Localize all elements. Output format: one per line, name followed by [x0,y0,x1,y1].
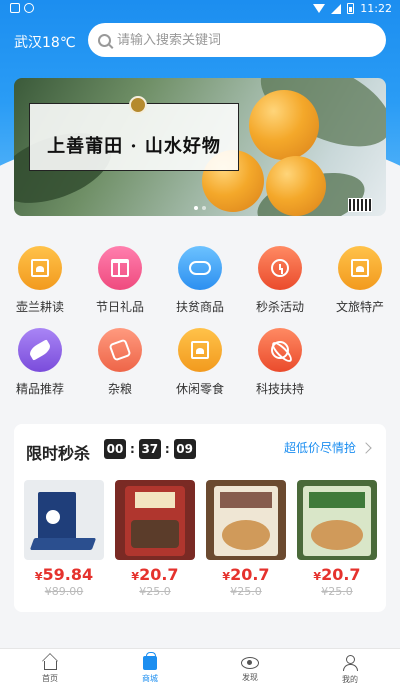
product-card[interactable]: ¥59.84 ¥89.00 [24,480,104,598]
signal-icon [331,3,342,14]
category-item-festival-gifts[interactable]: 节日礼品 [80,246,160,315]
product-price: ¥20.7 [222,565,270,584]
wifi-icon [313,4,326,13]
timer-minutes: 37 [138,439,161,459]
product-image [115,480,195,560]
product-card[interactable]: ¥20.7 ¥25.0 [115,480,195,598]
tab-discover[interactable]: 发现 [200,649,300,690]
book-icon [18,246,62,290]
category-item-recommended[interactable]: 精品推荐 [0,328,80,397]
user-icon [342,654,358,671]
category-item-flash-sale[interactable]: 秒杀活动 [240,246,320,315]
category-item-culture-specialties[interactable]: 文旅特产 [320,246,400,315]
shopping-bag-icon [143,651,157,670]
category-item-snacks[interactable]: 休闲零食 [160,328,240,397]
product-image [206,480,286,560]
leaf-icon [18,328,62,372]
product-original-price: ¥25.0 [230,585,262,598]
eye-icon [241,656,259,669]
seal-logo [129,96,147,114]
search-bar[interactable] [88,23,386,57]
grain-bag-icon [98,328,142,372]
product-card[interactable]: ¥20.7 ¥25.0 [297,480,377,598]
city-weather[interactable]: 武汉18℃ [14,32,76,52]
tab-profile[interactable]: 我的 [300,649,400,690]
search-input[interactable] [117,32,367,48]
banner-text-frame: 上善莆田 · 山水好物 [29,96,239,171]
flash-sale-more-link[interactable]: 超低价尽情抢 [284,439,372,456]
product-price: ¥59.84 [34,565,94,584]
timer-hours: 00 [104,439,126,459]
tab-mall[interactable]: 商城 [100,649,200,690]
notification-icon [10,3,20,13]
flash-sale-card: 限时秒杀 00 : 37 : 09 超低价尽情抢 ¥59.84 ¥89.00 ¥… [14,424,386,612]
tab-home[interactable]: 首页 [0,649,100,690]
product-image [297,480,377,560]
notification-icon [24,3,34,13]
product-original-price: ¥25.0 [321,585,353,598]
banner-slogan: 上善莆田 · 山水好物 [47,136,221,157]
fruit-image [249,90,319,160]
carousel-dot [194,206,198,210]
product-card[interactable]: ¥20.7 ¥25.0 [206,480,286,598]
fruit-image [266,156,326,216]
product-original-price: ¥25.0 [139,585,171,598]
product-price: ¥20.7 [131,565,179,584]
battery-icon [347,3,355,14]
timer-seconds: 09 [173,439,196,459]
home-icon [43,661,57,670]
chevron-right-icon [360,441,372,454]
bottom-tab-bar: 首页 商城 发现 我的 [0,648,400,690]
search-icon [98,33,111,47]
box-icon [338,246,382,290]
snack-icon [178,328,222,372]
handshake-icon [178,246,222,290]
category-item-hulan-gengdu[interactable]: 壶兰耕读 [0,246,80,315]
status-time: 11:22 [360,2,392,15]
banner-carousel[interactable]: 上善莆田 · 山水好物 [14,78,386,216]
carousel-dot [202,206,206,210]
top-row: 武汉18℃ [0,22,400,58]
flash-sale-title: 限时秒杀 [26,444,91,463]
carousel-dots [194,206,206,210]
alarm-clock-icon [258,246,302,290]
status-bar: 11:22 [0,0,400,18]
gift-icon [98,246,142,290]
product-price: ¥20.7 [313,565,361,584]
category-item-grains[interactable]: 杂粮 [80,328,160,397]
category-item-poverty-relief[interactable]: 扶贫商品 [160,246,240,315]
product-original-price: ¥89.00 [44,585,84,598]
category-item-tech-support[interactable]: 科技扶持 [240,328,320,397]
product-image [24,480,104,560]
countdown-timer: 00 : 37 : 09 [104,439,196,459]
atom-icon [258,328,302,372]
qr-code [348,198,372,212]
